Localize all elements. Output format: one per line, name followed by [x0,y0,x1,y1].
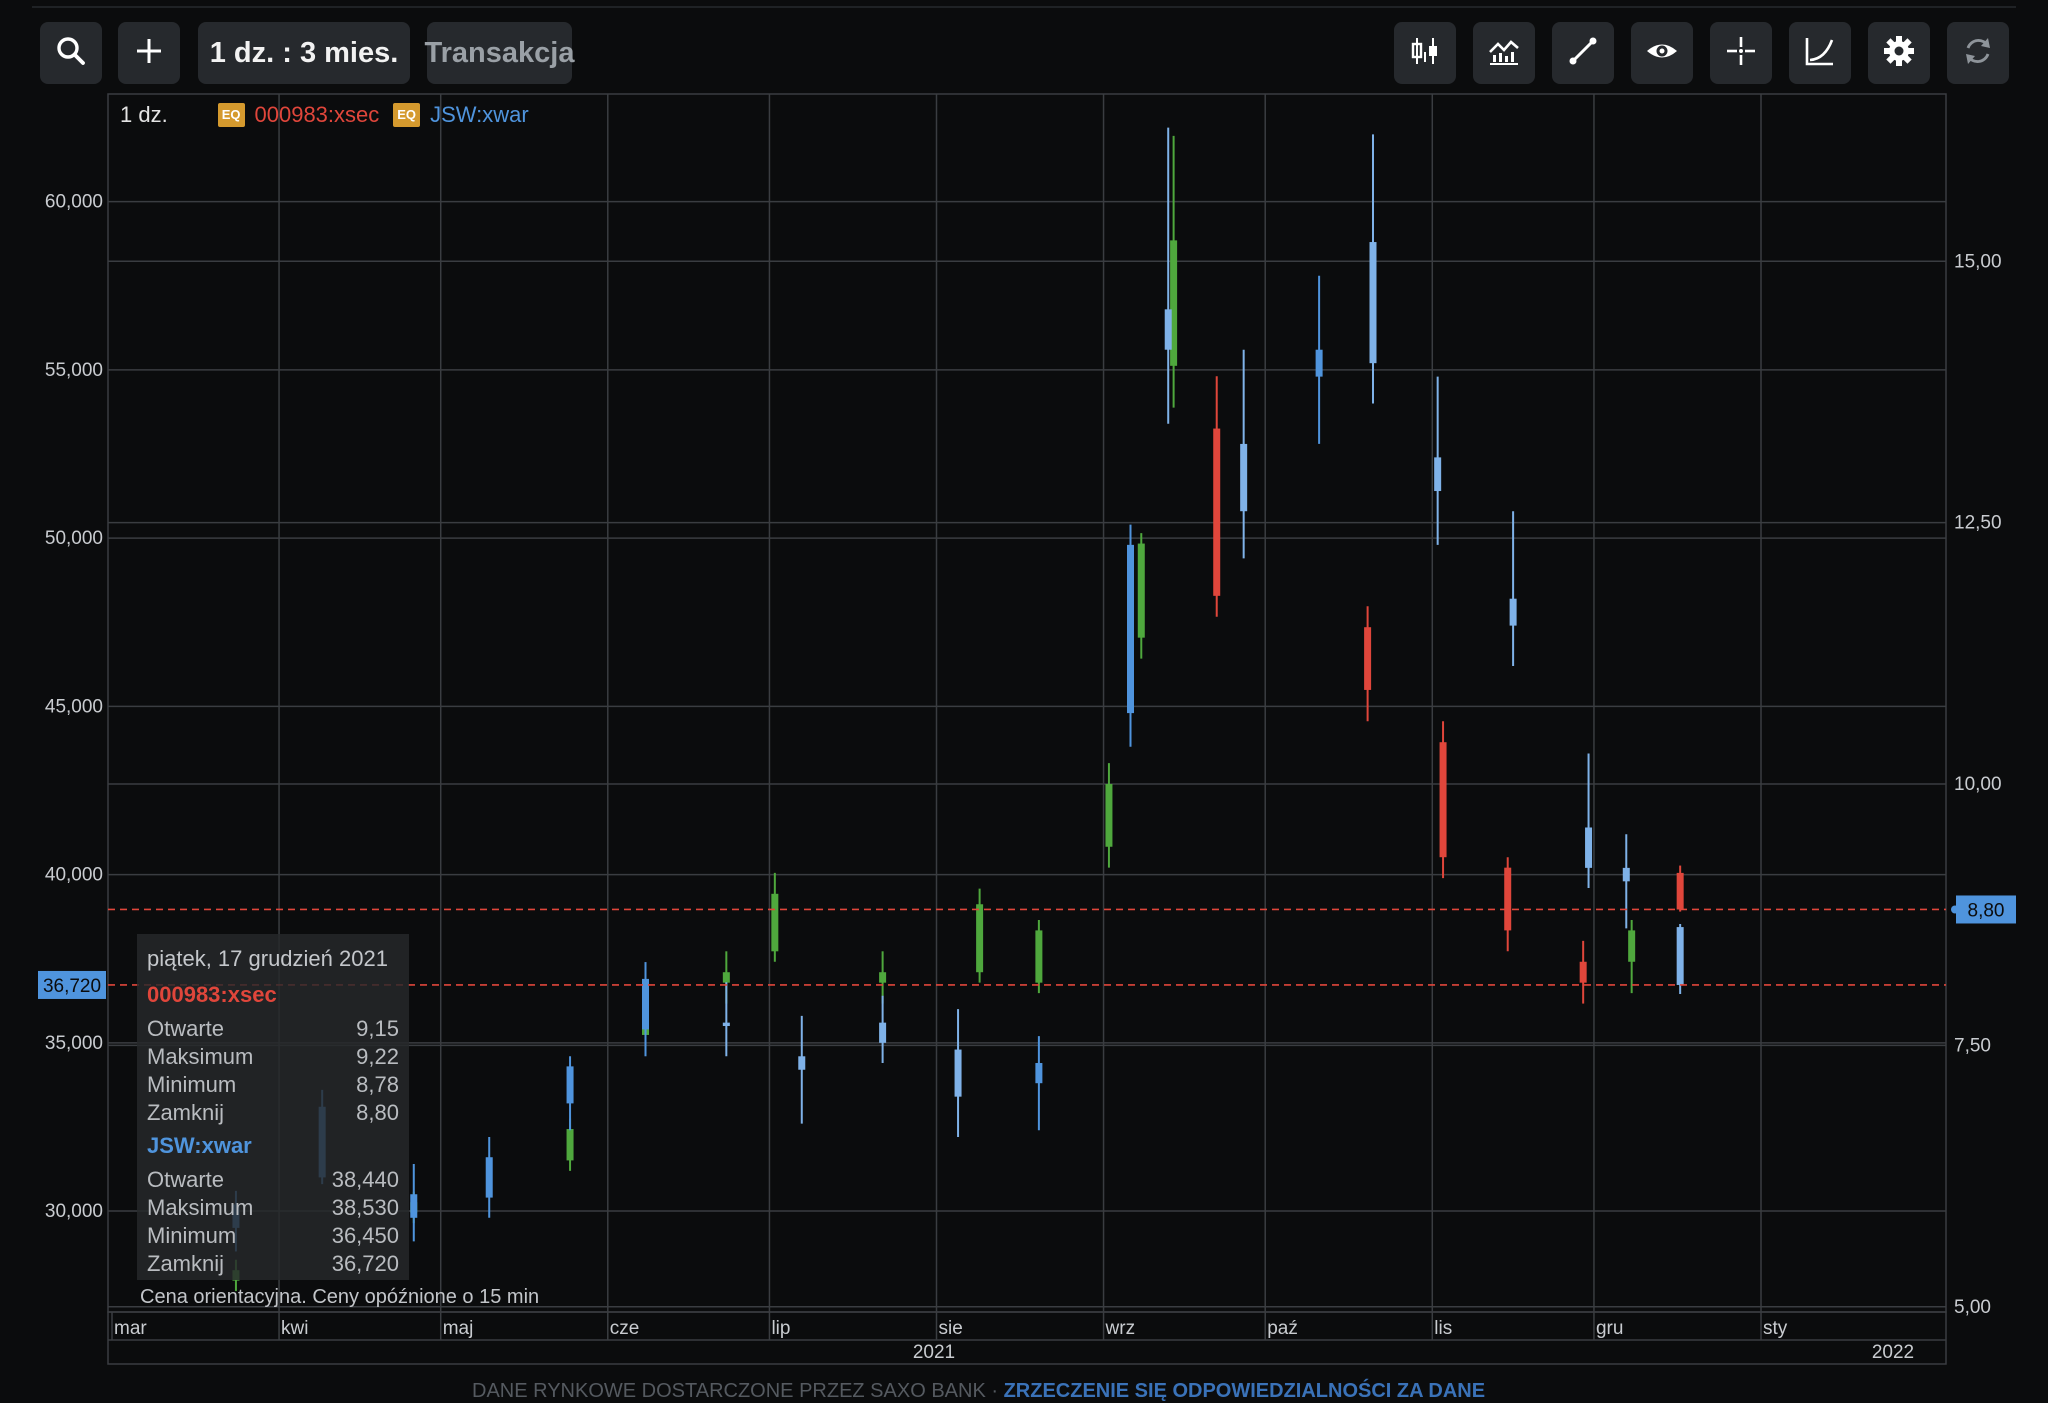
tooltip-s2-close: Zamknij 36,720 [147,1251,399,1276]
tooltip-s2-low: Minimum 36,450 [147,1223,399,1248]
x-tick-label-wrz: wrz [1105,1318,1136,1339]
series-000983-candle-16 [1579,961,1587,983]
series-000983-candle-14 [1439,742,1447,858]
y-left-tick-2: 40,000 [45,865,103,886]
y-left-tick-6: 60,000 [45,192,103,213]
series-jsw-candle-14 [1315,349,1323,377]
crosshair-tooltip: piątek, 17 grudzień 2021 000983:xsec Otw… [137,934,409,1280]
tooltip-series-2-name: JSW:xwar [147,1133,252,1158]
y-left-tick-4: 50,000 [45,528,103,549]
tooltip-s1-open: Otwarte 9,15 [147,1016,399,1041]
tooltip-s1-close: Zamknij 8,80 [147,1100,399,1125]
series-000983-candle-5 [771,893,779,952]
series-000983-candle-4 [722,972,730,983]
delay-note: Cena orientacyjna. Ceny opóźnione o 15 m… [140,1286,540,1308]
x-tick-label-sty: sty [1763,1318,1788,1339]
series-jsw-candle-9 [954,1049,962,1097]
series-000983-candle-13 [1364,627,1372,690]
series-jsw-candle-3 [485,1157,493,1198]
x-tick-label-lis: lis [1434,1318,1452,1339]
series-000983-candle-10 [1137,543,1145,638]
series-jsw-candle-7 [798,1056,806,1070]
y-right-tick-4: 15,00 [1954,251,2002,272]
series-000983-candle-15 [1504,867,1512,931]
series-jsw-candle-6 [722,1022,730,1027]
tooltip-date: piątek, 17 grudzień 2021 [147,946,388,971]
tooltip-s2-open: Otwarte 38,440 [147,1167,399,1192]
x-tick-label-cze: cze [610,1318,640,1339]
series-000983-candle-12 [1213,428,1221,596]
x-tick-label-kwi: kwi [281,1318,308,1339]
series-000983-candle-9 [1105,784,1113,847]
current-price-right: 8,80 [1968,900,2005,921]
series-jsw-candle-4 [566,1066,574,1104]
x-tick-label-paź: paź [1267,1318,1298,1339]
tooltip-series-1-name: 000983:xsec [147,982,277,1007]
x-year-label-2022: 2022 [1872,1342,1914,1363]
series-000983-candle-2 [566,1129,574,1161]
tooltip-s1-low: Minimum 8,78 [147,1072,399,1097]
legend-badge-1: EQ [217,103,245,127]
series-jsw-candle-20 [1676,927,1684,985]
y-right-tick-1: 7,50 [1954,1035,1991,1056]
chart-legend: 1 dz. EQ 000983:xsec EQ JSW:xwar [120,100,529,130]
x-tick-label-lip: lip [771,1318,790,1339]
series-jsw-candle-18 [1585,827,1593,868]
series-000983-candle-7 [976,904,984,973]
legend-series-jsw[interactable]: JSW:xwar [430,102,529,128]
series-000983-candle-17 [1628,930,1636,962]
series-jsw-candle-11 [1127,544,1134,714]
series-000983-candle-18 [1676,872,1684,910]
y-left-tick-3: 45,000 [45,696,103,717]
series-jsw-candle-19 [1622,867,1630,882]
series-jsw-candle-16 [1434,457,1442,492]
series-jsw-candle-13 [1240,443,1248,512]
x-tick-label-gru: gru [1596,1318,1623,1339]
x-tick-label-maj: maj [443,1318,474,1339]
series-000983-candle-8 [1035,930,1043,983]
y-left-tick-1: 35,000 [45,1033,103,1054]
series-jsw-candle-10 [1035,1063,1043,1084]
y-right-tick-2: 10,00 [1954,774,2002,795]
footer-disclaimer-link[interactable]: ZRZECZENIE SIĘ ODPOWIEDZIALNOŚCI ZA DANE [1004,1380,1486,1402]
series-000983-candle-6 [879,972,887,983]
current-price-left: 36,720 [43,976,101,997]
legend-badge-2: EQ [393,103,421,127]
x-tick-label-mar: mar [114,1318,147,1339]
x-year-label-2021: 2021 [913,1342,955,1363]
series-jsw-candle-12 [1164,309,1172,350]
series-jsw-candle-8 [879,1022,887,1043]
y-right-tick-0: 5,00 [1954,1297,1991,1318]
y-left-tick-5: 55,000 [45,360,103,381]
footer-text: DANE RYNKOWE DOSTARCZONE PRZEZ SAXO BANK [472,1380,986,1402]
tooltip-s1-high: Maksimum 9,22 [147,1044,399,1069]
x-axis-box [107,1311,1947,1365]
y-right-tick-3: 12,50 [1954,513,2002,534]
series-jsw-candle-5 [642,978,649,1030]
tooltip-s2-high: Maksimum 38,530 [147,1195,399,1220]
series-jsw-candle-2 [410,1194,418,1218]
legend-series-000983[interactable]: 000983:xsec [255,102,380,128]
x-tick-label-sie: sie [939,1318,963,1339]
series-jsw-candle-15 [1369,242,1377,364]
series-jsw-candle-17 [1509,598,1517,626]
legend-interval: 1 dz. [120,102,168,127]
y-left-tick-0: 30,000 [45,1201,103,1222]
